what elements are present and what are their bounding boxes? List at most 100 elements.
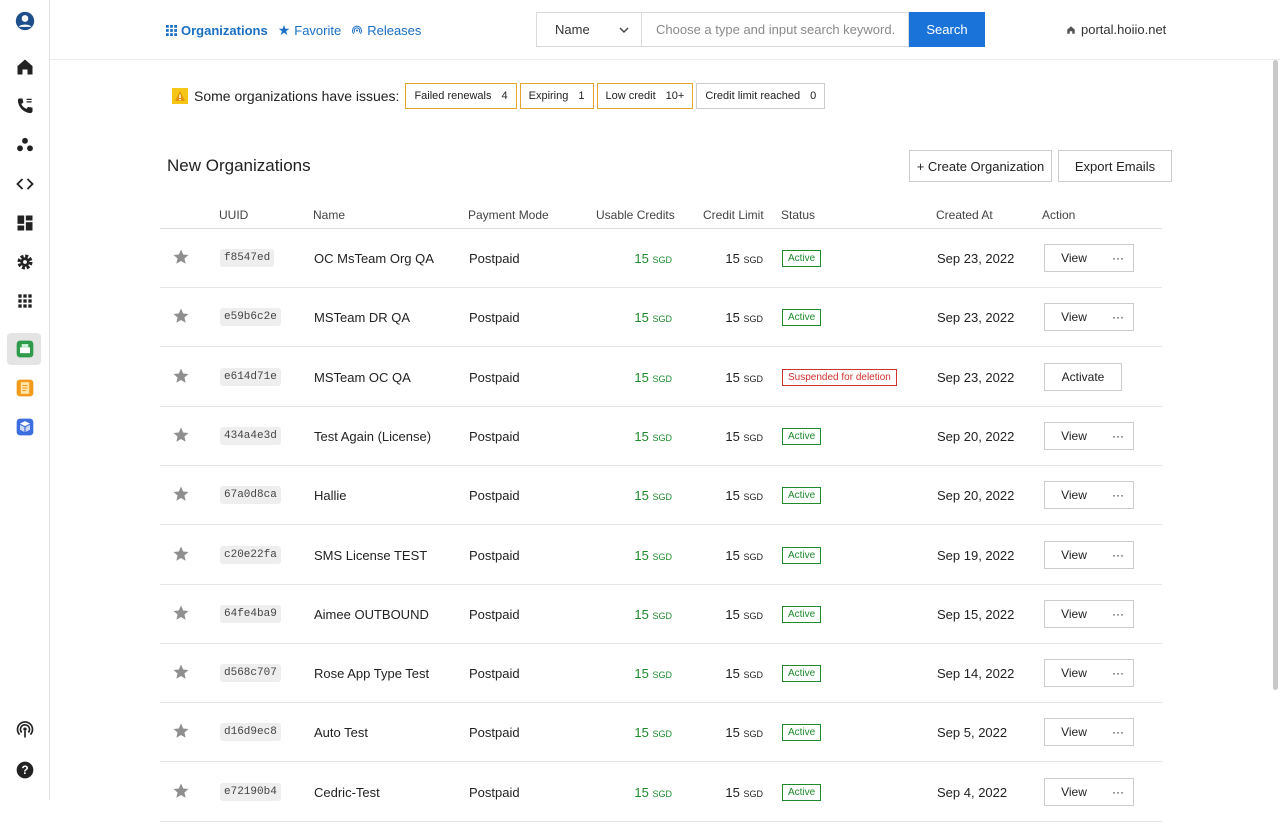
payment-mode-cell: Postpaid bbox=[469, 428, 520, 444]
table-row[interactable]: d16d9ec8 Auto Test Postpaid 15 SGD 15 SGD Act… bbox=[160, 703, 1162, 763]
more-options-button[interactable]: ··· bbox=[1103, 310, 1133, 324]
view-button[interactable]: View bbox=[1045, 310, 1103, 324]
currency-unit: SGD bbox=[743, 314, 763, 325]
phone-icon[interactable] bbox=[12, 93, 38, 119]
usable-credits-cell: 15 SGD bbox=[634, 310, 672, 325]
action-group: View ··· bbox=[1044, 718, 1134, 747]
payment-mode-cell: Postpaid bbox=[469, 310, 520, 326]
vertical-scrollbar[interactable] bbox=[1273, 60, 1278, 690]
search-input[interactable] bbox=[641, 12, 909, 47]
view-button[interactable]: View bbox=[1045, 725, 1103, 739]
table-row[interactable]: 67a0d8ca Hallie Postpaid 15 SGD 15 SGD Active… bbox=[160, 466, 1162, 526]
search-button[interactable]: Search bbox=[909, 12, 985, 47]
nav-favorite[interactable]: ★ Favorite bbox=[278, 22, 342, 39]
favorite-star-icon[interactable] bbox=[172, 722, 190, 740]
portal-link[interactable]: portal.hoiio.net bbox=[1066, 22, 1166, 37]
col-uuid[interactable]: UUID bbox=[219, 208, 248, 222]
action-group: View ··· bbox=[1044, 481, 1134, 510]
credit-limit-cell: 15 SGD bbox=[725, 548, 763, 563]
uuid-cell: 64fe4ba9 bbox=[220, 604, 281, 623]
help-icon[interactable]: ? bbox=[12, 757, 38, 783]
view-button[interactable]: View bbox=[1045, 429, 1103, 443]
settings-icon[interactable] bbox=[12, 249, 38, 275]
chip-label: Failed renewals bbox=[414, 90, 492, 102]
view-button[interactable]: View bbox=[1045, 488, 1103, 502]
nav-organizations[interactable]: Organizations bbox=[166, 22, 268, 39]
col-status[interactable]: Status bbox=[781, 208, 815, 222]
warning-icon bbox=[172, 88, 188, 104]
uuid-cell: f8547ed bbox=[220, 249, 275, 267]
chip-credit-limit-reached[interactable]: Credit limit reached 0 bbox=[696, 83, 826, 109]
action-group: View ··· bbox=[1044, 303, 1134, 332]
search-field-select[interactable]: Name bbox=[536, 12, 641, 47]
favorite-star-icon[interactable] bbox=[172, 782, 190, 800]
col-usable-credits[interactable]: Usable Credits bbox=[596, 208, 675, 222]
favorite-star-icon[interactable] bbox=[172, 307, 190, 325]
currency-unit: SGD bbox=[743, 255, 763, 265]
notes-app-icon[interactable] bbox=[12, 375, 38, 401]
view-button[interactable]: View bbox=[1045, 785, 1103, 799]
store-app-icon[interactable] bbox=[12, 336, 38, 362]
chip-low-credit[interactable]: Low credit 10+ bbox=[596, 83, 694, 109]
chip-label: Expiring bbox=[528, 90, 569, 102]
export-emails-button[interactable]: Export Emails bbox=[1058, 150, 1172, 182]
created-at-cell: Sep 23, 2022 bbox=[937, 369, 1015, 385]
table-row[interactable]: d568c707 Rose App Type Test Postpaid 15 SGD… bbox=[160, 644, 1162, 704]
favorite-star-icon[interactable] bbox=[172, 485, 190, 503]
package-app-icon[interactable] bbox=[12, 414, 38, 440]
code-icon[interactable] bbox=[12, 171, 38, 197]
credit-limit-cell: 15 SGD bbox=[725, 725, 763, 740]
col-created-at[interactable]: Created At bbox=[936, 208, 993, 222]
table-row[interactable]: 434a4e3d Test Again (License) Postpaid 15 S… bbox=[160, 407, 1162, 466]
credit-limit-cell: 15 SGD bbox=[725, 310, 763, 325]
more-options-button[interactable]: ··· bbox=[1103, 785, 1133, 799]
favorite-star-icon[interactable] bbox=[172, 367, 190, 385]
chip-expiring[interactable]: Expiring 1 bbox=[519, 83, 594, 109]
favorite-star-icon[interactable] bbox=[172, 604, 190, 622]
activate-button[interactable]: Activate bbox=[1045, 370, 1121, 384]
nav-releases[interactable]: Releases bbox=[351, 22, 421, 39]
chip-count: 0 bbox=[810, 90, 817, 102]
more-options-button[interactable]: ··· bbox=[1103, 607, 1133, 621]
favorite-star-icon[interactable] bbox=[172, 545, 190, 563]
favorite-star-icon[interactable] bbox=[172, 248, 190, 266]
col-credit-limit[interactable]: Credit Limit bbox=[703, 208, 764, 222]
credit-limit-value: 15 bbox=[725, 547, 740, 563]
team-icon[interactable] bbox=[12, 132, 38, 158]
more-options-button[interactable]: ··· bbox=[1103, 429, 1133, 443]
org-name-cell: OC MsTeam Org QA bbox=[314, 251, 434, 266]
table-row[interactable]: e614d71e MSTeam OC QA Postpaid 15 SGD 15 SGD… bbox=[160, 348, 1162, 407]
col-payment-mode[interactable]: Payment Mode bbox=[468, 208, 549, 222]
more-options-button[interactable]: ··· bbox=[1103, 725, 1133, 739]
col-name[interactable]: Name bbox=[313, 208, 345, 222]
table-row[interactable]: f8547ed OC MsTeam Org QA Postpaid 15 SGD 15 … bbox=[160, 229, 1162, 288]
broadcast-icon[interactable] bbox=[12, 717, 38, 743]
chip-label: Low credit bbox=[605, 90, 656, 102]
issues-label: Some organizations have issues: bbox=[194, 88, 400, 104]
more-options-button[interactable]: ··· bbox=[1103, 488, 1133, 502]
favorite-star-icon[interactable] bbox=[172, 663, 190, 681]
chip-failed-renewals[interactable]: Failed renewals 4 bbox=[405, 83, 517, 109]
credit-limit-cell: 15 SGD bbox=[725, 785, 763, 800]
table-row[interactable]: e59b6c2e MSTeam DR QA Postpaid 15 SGD 15 SGD… bbox=[160, 288, 1162, 348]
org-name-cell: Auto Test bbox=[314, 725, 368, 741]
view-button[interactable]: View bbox=[1045, 548, 1103, 562]
dashboard-icon[interactable] bbox=[12, 210, 38, 236]
currency-unit: SGD bbox=[652, 373, 672, 384]
favorite-star-icon[interactable] bbox=[172, 426, 190, 444]
more-options-button[interactable]: ··· bbox=[1103, 251, 1133, 265]
more-options-button[interactable]: ··· bbox=[1103, 666, 1133, 680]
home-icon[interactable] bbox=[12, 54, 38, 80]
currency-unit: SGD bbox=[743, 670, 763, 681]
currency-unit: SGD bbox=[652, 432, 672, 443]
apps-grid-icon[interactable] bbox=[12, 288, 38, 314]
more-options-button[interactable]: ··· bbox=[1103, 548, 1133, 562]
view-button[interactable]: View bbox=[1045, 607, 1103, 621]
user-avatar-icon[interactable] bbox=[12, 8, 38, 34]
table-row[interactable]: e72190b4 Cedric-Test Postpaid 15 SGD 15 SGD A… bbox=[160, 763, 1162, 822]
table-row[interactable]: c20e22fa SMS License TEST Postpaid 15 SGD 15… bbox=[160, 526, 1162, 585]
view-button[interactable]: View bbox=[1045, 251, 1103, 265]
view-button[interactable]: View bbox=[1045, 666, 1103, 680]
create-organization-button[interactable]: + Create Organization bbox=[909, 150, 1052, 182]
table-row[interactable]: 64fe4ba9 Aimee OUTBOUND Postpaid 15 SGD 15 S… bbox=[160, 585, 1162, 644]
